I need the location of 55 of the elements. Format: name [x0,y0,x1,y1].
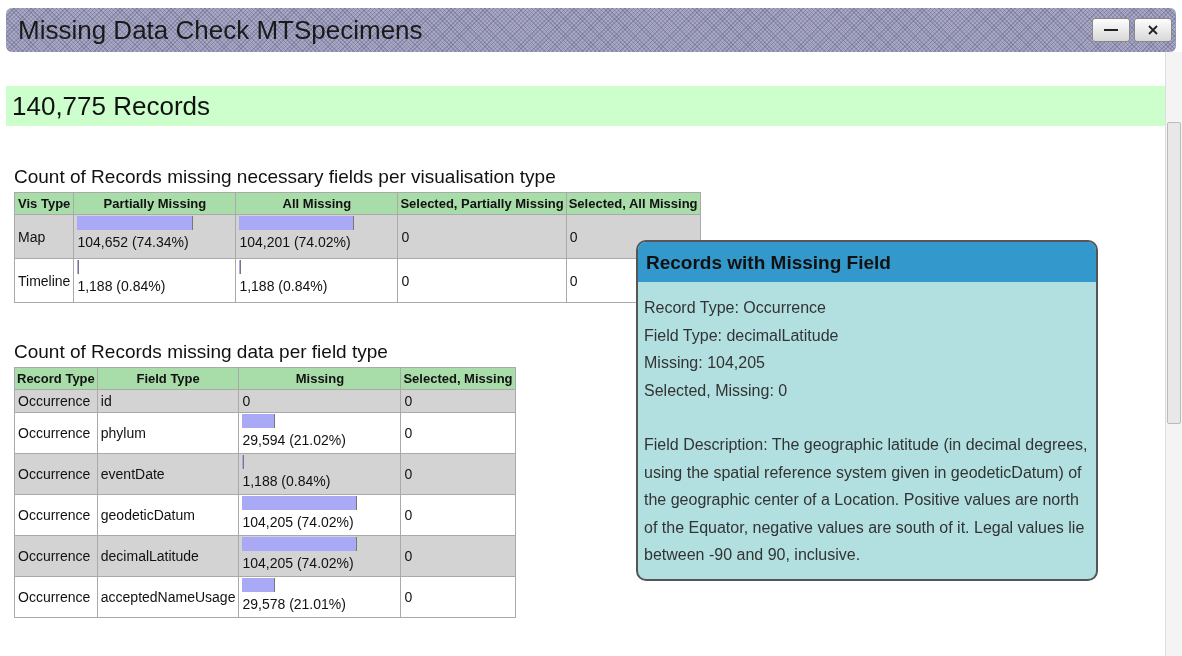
section-heading: Count of Records missing data per field type [14,341,388,363]
table-cell: 0 [397,258,567,303]
table-cell: 0 [400,412,515,454]
table-cell: Occurrence [14,389,98,413]
table-cell: Occurrence [14,453,98,495]
table-cell-text: 104,205 (74.02%) [242,514,355,530]
table-cell: Occurrence [14,412,98,454]
section-heading: Count of Records missing necessary fields per visualisation type [14,166,556,188]
column-header: Selected, Missing [400,367,515,390]
table-cell: 0 [400,453,515,495]
column-header: Vis Type [14,192,74,215]
table-cell: phylum [97,412,239,454]
table-cell: 0 [400,576,515,618]
table-cell: 0 [397,214,567,259]
column-header: Field Type [97,367,239,390]
table-cell: Map [14,214,74,259]
close-icon [1148,25,1158,35]
table-cell-text: 1,188 (0.84%) [239,278,329,294]
table-cell: decimalLatitude [97,535,239,577]
table-cell: 0 [400,535,515,577]
column-header: Missing [238,367,401,390]
table-cell: 0 [400,389,515,413]
table-cell-text: 1,188 (0.84%) [77,278,167,294]
table-cell-text: 104,205 (74.02%) [242,555,355,571]
window-title: Missing Data Check MTSpecimens [17,14,423,46]
column-header: Selected, Partially Missing [397,192,567,215]
column-header: Selected, All Missing [566,192,701,215]
table-cell: 0 [238,389,401,413]
minimize-icon [1104,29,1118,31]
table-cell-text: 104,201 (74.02%) [239,234,352,250]
scrollbar[interactable] [1165,52,1182,656]
field-description: Field Description: The geographic latitude (in decimal degrees, using the spatial reference system given in geodeticDatum) of the geographic center of a Location. Positive values are north of the Equator, negative values are south of it. Legal values lie between -90 and 90, inclusive. [644,435,1089,565]
table-cell: geodeticDatum [97,494,239,536]
table-cell: Occurrence [14,494,98,536]
tooltip-line: Selected, Missing: 0 [644,380,789,401]
record-count: 140,775 Records [6,86,1165,126]
minimize-button[interactable] [1092,18,1130,42]
table-cell-text: 29,594 (21.02%) [242,432,347,448]
table-cell: 0 [400,494,515,536]
table-cell: acceptedNameUsage [97,576,239,618]
tooltip-title: Records with Missing Field [638,242,1096,282]
column-header: Record Type [14,367,98,390]
table-cell: eventDate [97,453,239,495]
table-cell-text: 104,652 (74.34%) [77,234,190,250]
table-cell: Occurrence [14,576,98,618]
column-header: All Missing [235,192,398,215]
close-button[interactable] [1134,18,1172,42]
table-cell-text: 1,188 (0.84%) [242,473,332,489]
tooltip-line: Field Type: decimalLatitude [644,325,840,346]
table-cell: Timeline [14,258,74,303]
table-cell: Occurrence [14,535,98,577]
column-header: Partially Missing [73,192,236,215]
table-cell-text: 29,578 (21.01%) [242,596,347,612]
table-cell: id [97,389,239,413]
tooltip-line: Missing: 104,205 [644,353,766,373]
